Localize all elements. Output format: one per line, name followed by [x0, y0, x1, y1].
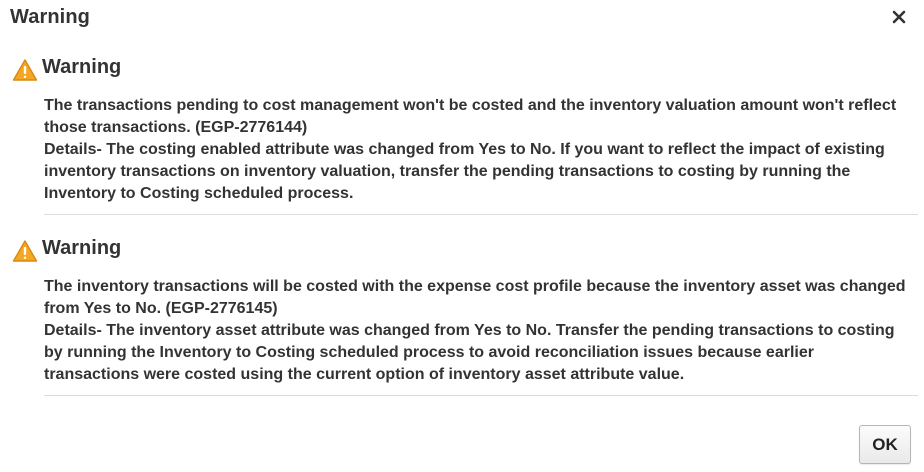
message-details: Details- The inventory asset attribute w…	[44, 322, 895, 383]
warning-message: Warning The transactions pending to cost…	[12, 56, 918, 215]
message-heading: Warning	[42, 237, 122, 259]
message-details: Details- The costing enabled attribute w…	[44, 141, 885, 202]
message-header: Warning	[12, 56, 907, 84]
dialog-title: Warning	[10, 6, 90, 28]
warning-icon	[12, 239, 38, 263]
warning-message: Warning The inventory transactions will …	[12, 237, 918, 396]
dialog-title-bar: Warning	[0, 0, 924, 36]
message-list: Warning The transactions pending to cost…	[0, 56, 924, 396]
message-body: The inventory transactions will be coste…	[44, 276, 909, 386]
message-text: The inventory transactions will be coste…	[44, 278, 906, 317]
close-button[interactable]	[888, 6, 910, 28]
message-heading: Warning	[42, 56, 122, 78]
message-header: Warning	[12, 237, 907, 265]
message-text: The transactions pending to cost managem…	[44, 97, 897, 136]
warning-dialog: Warning Warning The transactions pending…	[0, 0, 924, 472]
message-body: The transactions pending to cost managem…	[44, 95, 909, 205]
dialog-footer: OK	[0, 424, 924, 472]
divider	[44, 214, 918, 215]
warning-icon	[12, 58, 38, 82]
ok-button[interactable]: OK	[859, 425, 911, 464]
close-icon	[888, 6, 910, 28]
divider	[44, 395, 918, 396]
